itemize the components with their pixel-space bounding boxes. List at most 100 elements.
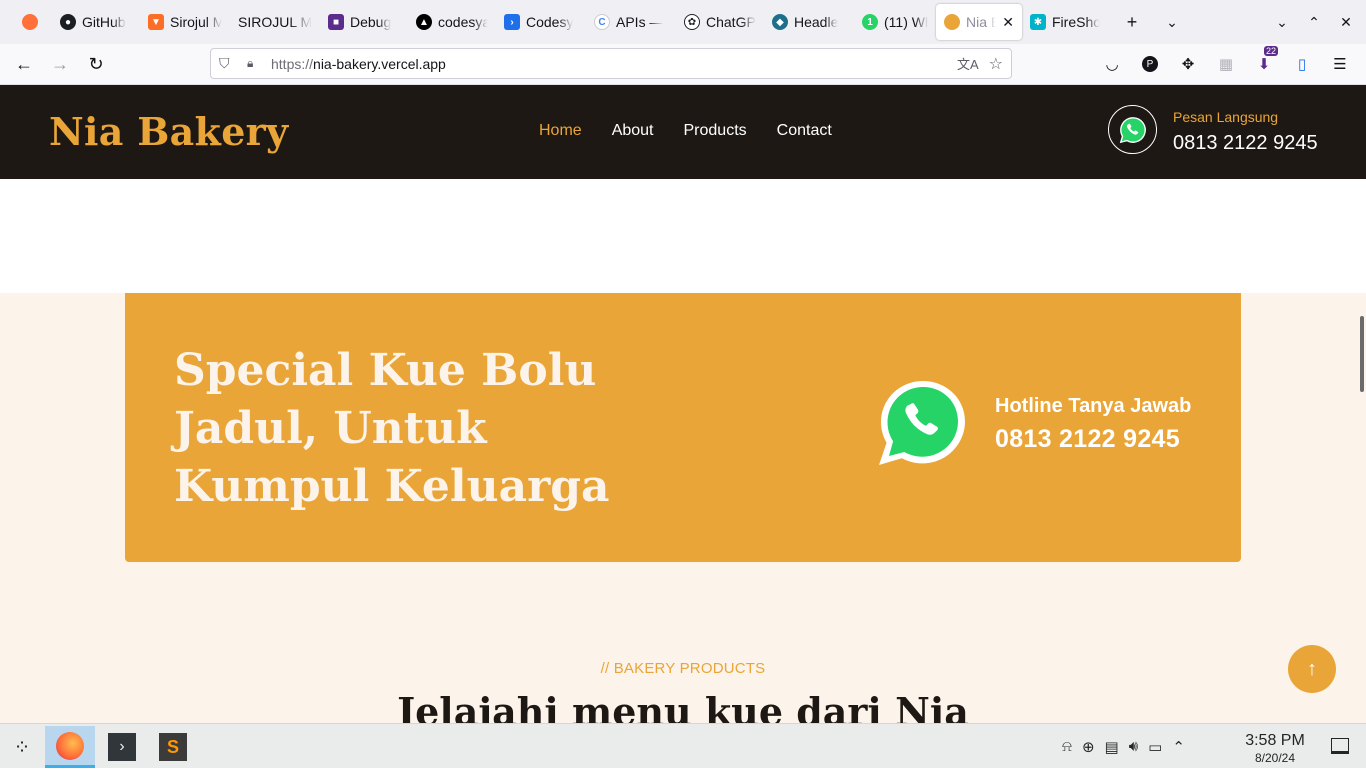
url-host: nia-bakery.vercel.app bbox=[313, 55, 446, 72]
whatsapp-icon: 1 bbox=[862, 14, 878, 30]
shield-icon[interactable]: ⛉ bbox=[219, 55, 235, 72]
tab-gitlab[interactable]: ▼ Sirojul M bbox=[140, 4, 230, 40]
headless-icon: ◆ bbox=[772, 14, 788, 30]
taskbar-terminal[interactable]: › bbox=[97, 726, 147, 768]
hotline-label: Hotline Tanya Jawab bbox=[995, 395, 1192, 417]
tab-codesya[interactable]: ▲ codesya bbox=[408, 4, 496, 40]
window-close-icon[interactable]: ✕ bbox=[1330, 6, 1362, 38]
tray-expand-icon[interactable]: ⌃ bbox=[1172, 738, 1185, 756]
main-content: Special Kue Bolu Jadul, Untuk Kumpul Kel… bbox=[0, 293, 1366, 723]
section-tag: // BAKERY PRODUCTS bbox=[600, 660, 766, 677]
promo-banner: Special Kue Bolu Jadul, Untuk Kumpul Kel… bbox=[125, 293, 1241, 562]
menu-contact[interactable]: Contact bbox=[777, 122, 832, 140]
chatgpt-icon: ✿ bbox=[684, 14, 700, 30]
tab-label: Headle bbox=[794, 14, 839, 30]
forward-icon[interactable]: → bbox=[42, 46, 78, 82]
scroll-to-top-button[interactable]: ↑ bbox=[1288, 645, 1336, 693]
hotline-phone[interactable]: 0813 2122 9245 bbox=[995, 425, 1180, 454]
debug-icon: ■ bbox=[328, 14, 344, 30]
brand-logo[interactable]: Nia Bakery bbox=[49, 109, 288, 154]
window-minimize-icon[interactable]: ⌄ bbox=[1266, 6, 1298, 38]
menu-products[interactable]: Products bbox=[684, 122, 747, 140]
url-scheme: https:// bbox=[271, 55, 314, 72]
tab-firefox-view[interactable] bbox=[8, 4, 52, 40]
profile-p-icon[interactable]: P bbox=[1132, 48, 1168, 80]
extensions-puzzle-icon[interactable]: ✥ bbox=[1170, 48, 1206, 80]
menu-about[interactable]: About bbox=[612, 122, 654, 140]
tab-label: ChatGP bbox=[706, 14, 756, 30]
new-tab-button[interactable]: + bbox=[1116, 6, 1148, 38]
lock-icon[interactable]: 🔒︎ bbox=[247, 56, 263, 71]
spacer-area bbox=[0, 179, 1366, 293]
tab-label: APIs — bbox=[616, 14, 664, 30]
url-bar[interactable]: ⛉ 🔒︎ https://nia-bakery.vercel.app 文A ☆ bbox=[210, 48, 1012, 79]
firefox-icon bbox=[56, 731, 84, 760]
header-contact-phone[interactable]: 0813 2122 9245 bbox=[1173, 132, 1318, 155]
taskbar-firefox[interactable] bbox=[45, 726, 95, 768]
gitlab-icon: ▼ bbox=[148, 14, 164, 30]
list-all-tabs-icon[interactable]: ⌄ bbox=[1156, 6, 1188, 38]
fireshot-icon: ✱ bbox=[1030, 14, 1046, 30]
browser-tab-bar: ● GitHub ▼ Sirojul M SIROJUL M ■ Debug ▲… bbox=[0, 0, 1366, 44]
volume-icon[interactable]: 🔊︎ bbox=[1129, 738, 1138, 755]
arrow-up-icon: ↑ bbox=[1307, 657, 1317, 680]
google-icon: C bbox=[594, 14, 610, 30]
terminal-icon: › bbox=[504, 14, 520, 30]
site-header: Nia Bakery Home About Products Contact P… bbox=[0, 85, 1366, 179]
sublime-text-icon: S bbox=[159, 733, 187, 761]
tab-sirojul[interactable]: SIROJUL M bbox=[230, 4, 320, 40]
tab-label: Debug bbox=[350, 14, 392, 30]
show-desktop-icon[interactable] bbox=[1331, 738, 1349, 754]
bakery-icon bbox=[944, 14, 960, 30]
terminal-icon: › bbox=[108, 733, 136, 761]
section-title: Jelajahi menu kue dari Nia bbox=[397, 689, 969, 723]
clock-date: 8/20/24 bbox=[1254, 751, 1296, 765]
update-icon[interactable]: ⊕ bbox=[1082, 738, 1095, 756]
reload-icon[interactable]: ↻ bbox=[78, 46, 114, 82]
tab-label: GitHub bbox=[82, 14, 126, 30]
window-maximize-icon[interactable]: ⌃ bbox=[1298, 6, 1330, 38]
tab-headless[interactable]: ◆ Headle bbox=[764, 4, 854, 40]
network-icon[interactable]: ▭ bbox=[1148, 738, 1162, 756]
tab-label: Sirojul M bbox=[170, 14, 222, 30]
clock-time: 3:58 PM bbox=[1245, 732, 1305, 749]
extension-grid-icon[interactable]: ▦ bbox=[1208, 48, 1244, 80]
whatsapp-icon[interactable] bbox=[875, 377, 967, 469]
tab-nia-bakery[interactable]: Nia B ✕ bbox=[936, 4, 1022, 40]
header-whatsapp-icon[interactable] bbox=[1108, 105, 1157, 154]
app-menu-icon[interactable]: ☰ bbox=[1322, 48, 1358, 80]
github-icon: ● bbox=[60, 14, 76, 30]
toolbar-actions: ◡ P ✥ ▦ ⬇ 22 ▯ ☰ bbox=[1094, 46, 1358, 80]
system-tray: ⍾ ⊕ ▤ 🔊︎ ▭ ⌃ bbox=[1062, 724, 1185, 769]
os-taskbar: ⁘ › S ⍾ ⊕ ▤ 🔊︎ ▭ ⌃ 3:58 PM 8/20/24 bbox=[0, 723, 1366, 768]
pocket-icon[interactable]: ◡ bbox=[1094, 48, 1130, 80]
tab-label: Nia B bbox=[966, 14, 997, 30]
translate-icon[interactable]: 文A bbox=[957, 54, 979, 73]
tab-codesy[interactable]: › Codesy bbox=[496, 4, 586, 40]
clipboard-icon[interactable]: ▤ bbox=[1105, 738, 1119, 756]
tab-apis[interactable]: C APIs — bbox=[586, 4, 676, 40]
tab-label: SIROJUL M bbox=[238, 14, 312, 30]
tab-github[interactable]: ● GitHub bbox=[52, 4, 140, 40]
main-menu: Home About Products Contact bbox=[539, 122, 832, 140]
tab-label: FireSho bbox=[1052, 14, 1100, 30]
download-extension-icon[interactable]: ⬇ 22 bbox=[1246, 46, 1282, 80]
tab-label: (11) Wh bbox=[884, 14, 928, 30]
menu-home[interactable]: Home bbox=[539, 122, 582, 140]
tab-debug[interactable]: ■ Debug bbox=[320, 4, 408, 40]
clock[interactable]: 3:58 PM 8/20/24 bbox=[1240, 732, 1310, 765]
firefox-icon bbox=[22, 14, 38, 30]
app-launcher-icon[interactable]: ⁘ bbox=[0, 726, 44, 768]
sidebar-icon[interactable]: ▯ bbox=[1284, 48, 1320, 80]
tab-label: Codesy bbox=[526, 14, 574, 30]
taskbar-sublime[interactable]: S bbox=[148, 726, 198, 768]
notification-bell-icon[interactable]: ⍾ bbox=[1062, 738, 1072, 755]
tab-close-icon[interactable]: ✕ bbox=[1002, 14, 1014, 31]
tab-fireshot[interactable]: ✱ FireSho bbox=[1022, 4, 1108, 40]
back-icon[interactable]: ← bbox=[6, 46, 42, 82]
bookmark-star-icon[interactable]: ☆ bbox=[989, 54, 1003, 74]
tab-chatgpt[interactable]: ✿ ChatGP bbox=[676, 4, 764, 40]
tab-whatsapp[interactable]: 1 (11) Wh bbox=[854, 4, 936, 40]
browser-toolbar: ← → ↻ ⛉ 🔒︎ https://nia-bakery.vercel.app… bbox=[0, 44, 1366, 85]
page-scrollbar[interactable] bbox=[1360, 316, 1364, 392]
